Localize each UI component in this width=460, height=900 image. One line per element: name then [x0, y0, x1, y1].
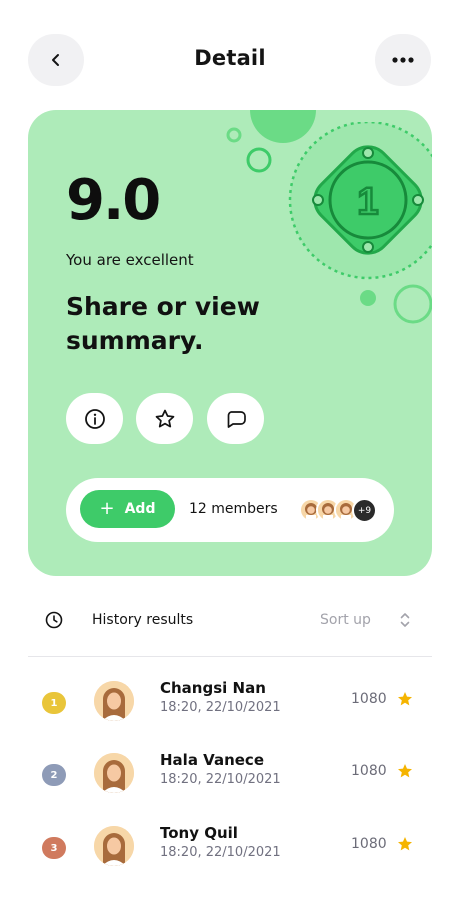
result-score: 1080	[351, 763, 387, 779]
result-score: 1080	[351, 691, 387, 707]
more-members-badge: +9	[352, 498, 377, 523]
info-button[interactable]	[66, 393, 123, 444]
avatar	[94, 826, 134, 866]
clock-icon	[45, 611, 63, 629]
favorite-button[interactable]	[136, 393, 193, 444]
player-name: Tony Quil	[160, 824, 238, 842]
info-icon	[84, 408, 105, 429]
result-datetime: 18:20, 22/10/2021	[160, 772, 281, 787]
rank-badge: 1	[42, 692, 66, 714]
more-horizontal-icon	[392, 57, 414, 63]
card-headline: Share or view summary.	[66, 292, 260, 355]
members-count: 12 members	[189, 501, 278, 517]
player-name: Changsi Nan	[160, 679, 266, 697]
chat-bubble-icon	[227, 410, 246, 428]
rank-badge: 2	[42, 764, 66, 786]
list-item[interactable]: 1 Changsi Nan 18:20, 22/10/2021 1080	[0, 678, 460, 728]
score-card: 1 9.0 You are excellent Share or view su…	[28, 110, 432, 576]
score-value: 9.0	[66, 168, 161, 233]
members-bar: + Add 12 members +9	[66, 478, 394, 542]
plus-icon: +	[99, 498, 115, 519]
divider	[28, 656, 432, 657]
star-icon	[398, 764, 412, 778]
star-icon	[398, 692, 412, 706]
result-datetime: 18:20, 22/10/2021	[160, 700, 281, 715]
avatar	[94, 753, 134, 793]
list-item[interactable]: 3 Tony Quil 18:20, 22/10/2021 1080	[0, 823, 460, 873]
rank-badge: 3	[42, 837, 66, 859]
medal-number: 1	[357, 181, 378, 223]
sort-button[interactable]: Sort up	[320, 612, 371, 628]
list-item[interactable]: 2 Hala Vanece 18:20, 22/10/2021 1080	[0, 750, 460, 800]
player-name: Hala Vanece	[160, 751, 264, 769]
more-options-button[interactable]	[375, 34, 431, 86]
comment-button[interactable]	[207, 393, 264, 444]
result-score: 1080	[351, 836, 387, 852]
score-tagline: You are excellent	[66, 251, 194, 269]
star-icon	[398, 837, 412, 851]
add-member-button[interactable]: + Add	[80, 490, 175, 528]
add-button-label: Add	[124, 501, 156, 517]
sort-chevrons-icon[interactable]	[399, 610, 411, 630]
history-header: History results Sort up	[0, 600, 460, 640]
member-avatars[interactable]: +9	[299, 498, 379, 523]
star-outline-icon	[155, 409, 174, 427]
avatar	[94, 681, 134, 721]
medal-badge-icon: 1	[288, 122, 432, 280]
history-title: History results	[92, 612, 194, 628]
result-datetime: 18:20, 22/10/2021	[160, 845, 281, 860]
